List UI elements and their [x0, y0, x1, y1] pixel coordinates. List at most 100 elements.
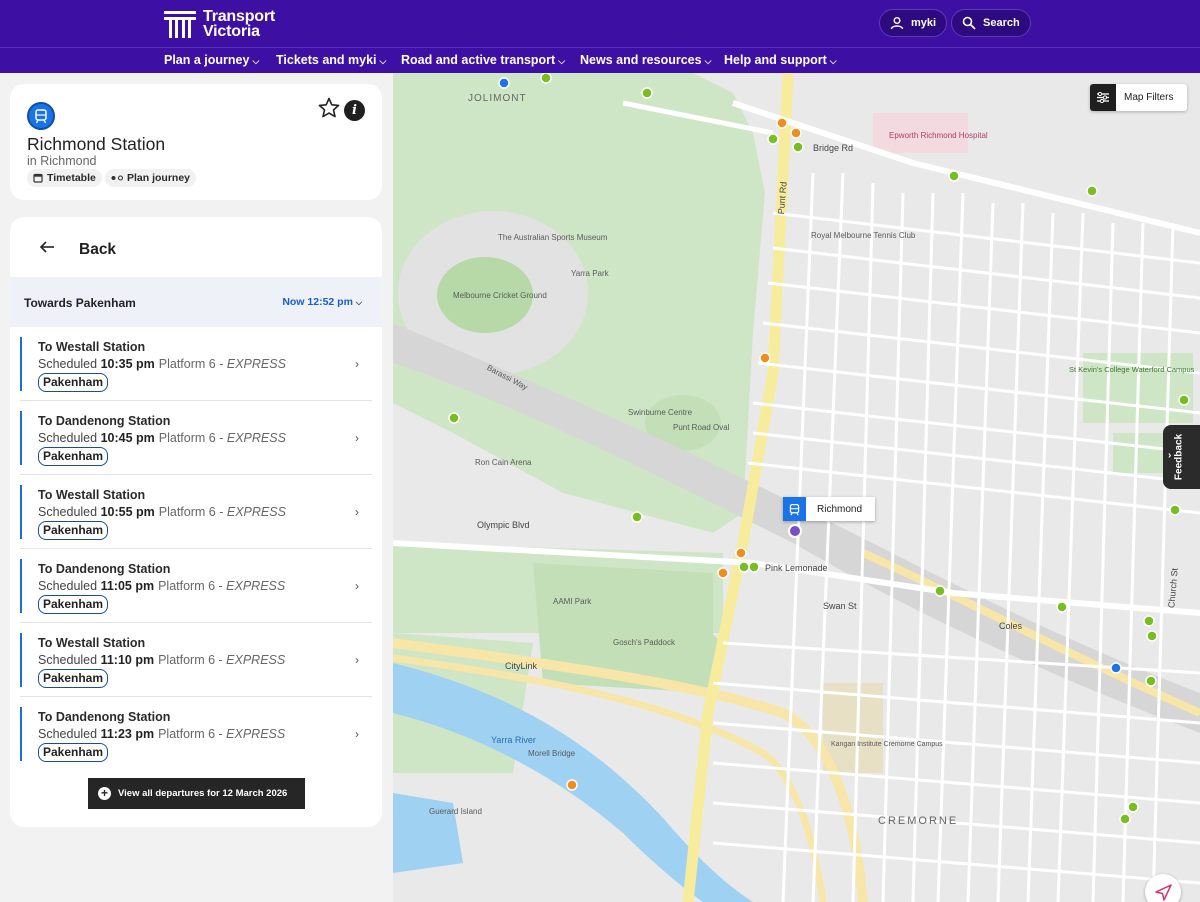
chevron-right-icon: ›: [355, 653, 359, 667]
departure-destination: To Dandenong Station: [38, 562, 171, 576]
back-button[interactable]: Back: [10, 217, 382, 277]
user-icon: [890, 17, 904, 30]
arrow-left-icon: [39, 241, 54, 253]
nav-road-and-active-transport[interactable]: Road and active transport ⌵: [401, 53, 565, 67]
departure-schedule: Scheduled 10:55 pm Platform 6 - EXPRESS: [38, 505, 286, 519]
plus-circle-icon: +: [98, 787, 111, 800]
chevron-down-icon: ⌵: [704, 56, 712, 66]
train-station-icon: [27, 102, 55, 130]
selected-station-label: Richmond: [817, 503, 863, 515]
feedback-tab[interactable]: › Feedback: [1163, 425, 1200, 489]
map-label-yarra-river: Yarra River: [491, 735, 536, 745]
departure-row[interactable]: To Westall Station Scheduled 10:35 pm Pla…: [20, 327, 372, 401]
map-label-citylink: CityLink: [505, 661, 538, 671]
map-label-goschs-paddock: Gosch's Paddock: [613, 638, 676, 647]
search-button[interactable]: Search: [951, 9, 1031, 37]
map-label-swan-st: Swan St: [823, 601, 857, 611]
map-label-jolimont: JOLIMONT: [468, 93, 527, 104]
map-filters-button[interactable]: Map Filters: [1090, 84, 1187, 111]
map-label-guerard-island: Guerard Island: [429, 807, 482, 816]
map-view[interactable]: JOLIMONT CREMORNE Melbourne Cricket Grou…: [393, 73, 1200, 902]
map-base-layer: [393, 73, 1200, 902]
direction-row: Towards Pakenham Now 12:52 pm ⌵: [10, 277, 382, 327]
chevron-right-icon: ›: [355, 727, 359, 741]
nav-news-and-resources[interactable]: News and resources ⌵: [580, 53, 711, 67]
departure-row[interactable]: To Westall Station Scheduled 10:55 pm Pla…: [20, 475, 372, 549]
chevron-down-icon: ⌵: [379, 56, 387, 66]
departure-row[interactable]: To Dandenong Station Scheduled 11:05 pm P…: [20, 549, 372, 623]
map-label-sports-museum: The Australian Sports Museum: [498, 233, 608, 242]
journey-icon: [111, 175, 123, 181]
nav-tickets-and-myki[interactable]: Tickets and myki ⌵: [276, 53, 386, 67]
chevron-down-icon: ⌵: [829, 56, 837, 66]
plan-journey-chip[interactable]: Plan journey: [105, 169, 197, 187]
myki-button[interactable]: myki: [879, 9, 948, 37]
departure-destination: To Dandenong Station: [38, 710, 171, 724]
departure-destination: To Westall Station: [38, 340, 146, 354]
line-badge: Pakenham: [38, 447, 109, 466]
myki-label: myki: [911, 17, 937, 29]
map-label-punt-road-oval: Punt Road Oval: [673, 423, 730, 432]
top-header: Transport Victoria myki Search: [0, 0, 1200, 48]
departure-row[interactable]: To Dandenong Station Scheduled 11:23 pm P…: [20, 697, 372, 771]
search-label: Search: [983, 17, 1020, 29]
feedback-label: Feedback: [1173, 433, 1185, 481]
sliders-icon: [1090, 84, 1116, 111]
departure-list: To Westall Station Scheduled 10:35 pm Pla…: [10, 327, 382, 771]
departure-time-select[interactable]: Now 12:52 pm ⌵: [282, 296, 362, 308]
main-nav: Plan a journey ⌵ Tickets and myki ⌵ Road a…: [0, 48, 1200, 73]
direction-label: Towards Pakenham: [24, 296, 136, 310]
chevron-right-icon: ›: [355, 505, 359, 519]
info-icon[interactable]: i: [344, 100, 365, 121]
favourite-star-icon[interactable]: [317, 96, 341, 120]
nav-plan-a-journey[interactable]: Plan a journey ⌵: [164, 53, 259, 67]
chevron-down-icon: ⌵: [355, 298, 362, 307]
map-label-morell-bridge: Morell Bridge: [528, 749, 576, 758]
map-label-coles: Coles: [999, 621, 1023, 631]
map-label-mcg: Melbourne Cricket Ground: [453, 291, 547, 300]
logo-text-line2: Victoria: [203, 23, 260, 40]
logo-text-line1: Transport: [203, 8, 275, 25]
map-label-yarra-park: Yarra Park: [571, 269, 609, 278]
station-suburb: in Richmond: [27, 154, 97, 168]
view-all-departures-button[interactable]: + View all departures for 12 March 2026: [88, 778, 305, 809]
map-label-arena: Ron Cain Arena: [475, 458, 532, 467]
chevron-right-icon: ›: [355, 579, 359, 593]
map-label-swinburne: Swinburne Centre: [628, 408, 693, 417]
departure-schedule: Scheduled 11:05 pm Platform 6 - EXPRESS: [38, 579, 286, 593]
departure-row[interactable]: To Westall Station Scheduled 11:10 pm Pla…: [20, 623, 372, 697]
line-badge: Pakenham: [38, 595, 109, 614]
line-badge: Pakenham: [38, 669, 109, 688]
back-label: Back: [79, 241, 117, 258]
map-label-bridge-rd: Bridge Rd: [813, 143, 854, 153]
chevron-right-icon: ›: [355, 357, 359, 371]
map-label-olympic-blvd: Olympic Blvd: [477, 520, 530, 530]
locate-me-button[interactable]: [1145, 874, 1181, 902]
station-card: i Richmond Station in Richmond Timetable…: [10, 84, 382, 200]
line-badge: Pakenham: [38, 743, 109, 762]
timetable-chip[interactable]: Timetable: [27, 169, 102, 187]
map-filters-label: Map Filters: [1124, 92, 1174, 103]
departure-destination: To Westall Station: [38, 636, 146, 650]
departure-schedule: Scheduled 10:35 pm Platform 6 - EXPRESS: [38, 357, 286, 371]
tv-logo-icon: [164, 11, 196, 38]
chevron-down-icon: ⌵: [558, 56, 566, 66]
train-station-icon: [783, 497, 806, 521]
map-label-pink-lemonade: Pink Lemonade: [765, 563, 828, 573]
chevron-left-icon: ›: [1168, 450, 1172, 461]
selected-station-marker[interactable]: Richmond: [783, 497, 875, 521]
search-icon: [962, 16, 976, 30]
transport-victoria-logo[interactable]: Transport Victoria: [163, 8, 283, 40]
map-label-st-kevins: St Kevin's College Waterford Campus: [1069, 365, 1195, 374]
departure-destination: To Westall Station: [38, 488, 146, 502]
chevron-down-icon: ⌵: [252, 56, 260, 66]
departures-card: Back Towards Pakenham Now 12:52 pm ⌵ To W…: [10, 217, 382, 827]
departure-row[interactable]: To Dandenong Station Scheduled 10:45 pm P…: [20, 401, 372, 475]
line-badge: Pakenham: [38, 373, 109, 392]
departure-schedule: Scheduled 11:23 pm Platform 6 - EXPRESS: [38, 727, 286, 741]
departure-schedule: Scheduled 10:45 pm Platform 6 - EXPRESS: [38, 431, 286, 445]
departure-destination: To Dandenong Station: [38, 414, 171, 428]
map-label-kangan: Kangan Institute Cremorne Campus: [831, 741, 943, 748]
station-name: Richmond Station: [27, 134, 166, 154]
nav-help-and-support[interactable]: Help and support ⌵: [724, 53, 837, 67]
